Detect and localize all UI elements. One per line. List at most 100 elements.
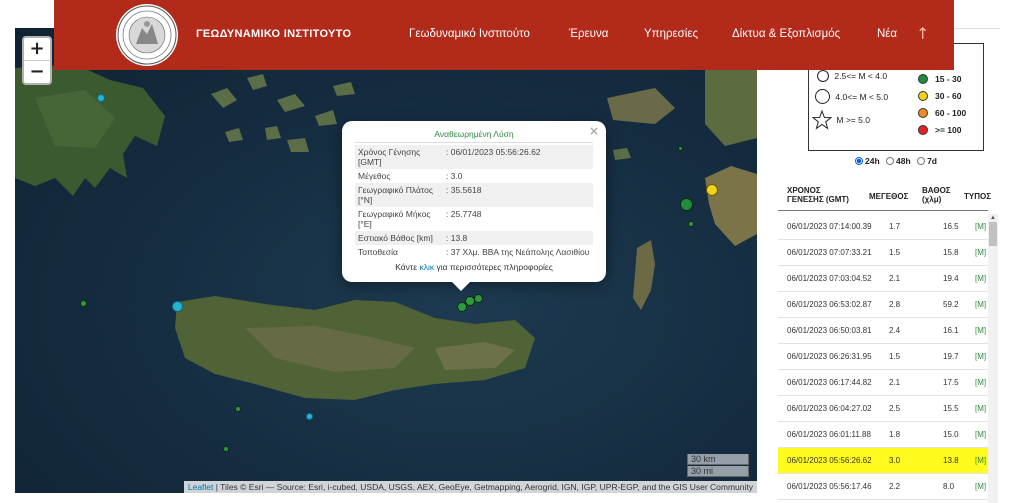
scroll-thumb[interactable] [989, 222, 997, 246]
list-scrollbar[interactable]: ▲ [988, 214, 998, 503]
star-icon [811, 109, 833, 130]
popup-close-button[interactable]: × [589, 124, 599, 138]
table-row[interactable]: 06/01/2023 07:03:04.52 2.1 19.4 [M] [778, 266, 988, 292]
table-row[interactable]: 06/01/2023 05:56:17.46 2.2 8.0 [M] [778, 474, 988, 500]
quake-marker[interactable] [97, 94, 105, 102]
quake-marker[interactable] [474, 294, 483, 303]
table-row[interactable]: 06/01/2023 06:17:44.82 2.1 17.5 [M] [778, 370, 988, 396]
more-info-link[interactable]: κλικ [419, 262, 434, 272]
table-row[interactable]: 06/01/2023 06:01:11.88 1.8 15.0 [M] [778, 422, 988, 448]
popup-row-depth: Εστιακό Βάθος [km]: 13.8 [355, 231, 593, 245]
radio-24h[interactable] [855, 156, 863, 165]
legend-mag-small: 2.5<= M < 4.0 [817, 70, 887, 82]
scroll-up-icon[interactable]: ▲ [990, 215, 996, 221]
quake-marker[interactable] [706, 184, 718, 196]
row-origin-time: 06/01/2023 06:04:27.02 [787, 404, 872, 413]
popup-more-info: Κάντε κλικ για περισσότερες πληροφορίες [395, 262, 553, 272]
quake-marker[interactable] [678, 146, 683, 151]
row-type: [M] [975, 404, 987, 413]
circle-small-icon [817, 70, 829, 82]
col-magnitude[interactable]: ΜΕΓΕΘΟΣ [869, 192, 908, 201]
quake-marker[interactable] [235, 406, 241, 412]
quake-marker[interactable] [680, 198, 693, 211]
row-depth: 59.2 [943, 300, 959, 309]
leaflet-link[interactable]: Leaflet [188, 482, 214, 492]
site-header: ΓΕΩΔΥΝΑΜΙΚΟ ΙΝΣΤΙΤΟΥΤΟ Γεωδυναμικό Ινστι… [54, 0, 954, 70]
table-row[interactable]: 06/01/2023 06:50:03.81 2.4 16.1 [M] [778, 318, 988, 344]
depth-30-60-label: 30 - 60 [935, 91, 962, 101]
quake-marker[interactable] [306, 413, 313, 420]
row-magnitude: 1.5 [889, 248, 901, 257]
radio-7d[interactable] [917, 156, 926, 165]
popup-title: Αναθεωρημένη Λύση [355, 129, 593, 143]
col-depth[interactable]: ΒΑΘΟΣ (χλμ) [922, 186, 962, 204]
row-type: [M] [975, 482, 987, 491]
earthquake-table-body: 06/01/2023 07:14:00.39 1.7 16.5 [M] 06/01/20… [778, 214, 988, 500]
nav-research[interactable]: Έρευνα [569, 28, 608, 40]
popup-row-origin-time: Χρόνος Γένησης [GMT]: 06/01/2023 05:56:2… [355, 145, 593, 169]
table-row[interactable]: 06/01/2023 07:14:00.39 1.7 16.5 [M] [778, 214, 988, 240]
earthquake-popup: × Αναθεωρημένη Λύση Χρόνος Γένησης [GMT]… [342, 121, 606, 291]
quake-marker[interactable] [80, 300, 87, 307]
table-row[interactable]: 06/01/2023 05:56:26.62 3.0 13.8 [M] [778, 448, 988, 474]
brand-name[interactable]: ΓΕΩΔΥΝΑΜΙΚΟ ΙΝΣΤΙΤΟΥΤΟ [196, 28, 351, 40]
earthquake-map[interactable]: + − 30 km 30 mi Leaflet | Tiles © Esri —… [15, 28, 757, 493]
scale-mi: 30 mi [687, 466, 749, 477]
zoom-out-button[interactable]: − [24, 60, 50, 83]
radio-7d-label[interactable]: 7d [927, 156, 937, 166]
row-origin-time: 06/01/2023 05:56:17.46 [787, 482, 872, 491]
radio-48h-label[interactable]: 48h [896, 156, 911, 166]
table-row[interactable]: 06/01/2023 06:26:31.95 1.5 19.7 [M] [778, 344, 988, 370]
row-depth: 16.5 [943, 222, 959, 231]
arrow-up-icon[interactable]: ↑ [916, 24, 929, 43]
row-origin-time: 06/01/2023 07:07:33.21 [787, 248, 872, 257]
row-type: [M] [975, 430, 987, 439]
depth-60-100-label: 60 - 100 [935, 108, 967, 118]
radio-48h[interactable] [886, 156, 895, 165]
row-origin-time: 06/01/2023 05:56:26.62 [787, 456, 872, 465]
zoom-in-button[interactable]: + [24, 38, 50, 60]
row-type: [M] [975, 456, 987, 465]
quake-marker[interactable] [223, 446, 229, 452]
nav-news[interactable]: Νέα [877, 28, 897, 40]
col-origin-time[interactable]: ΧΡΟΝΟΣ ΓΕΝΕΣΗΣ (GMT) [787, 186, 857, 204]
popup-row-latitude: Γεωγραφικό Πλάτος [°N]: 35.5618 [355, 183, 593, 207]
row-magnitude: 2.1 [889, 274, 901, 283]
map-scale: 30 km 30 mi [687, 454, 749, 477]
depth-60-100-icon [918, 108, 928, 118]
earthquake-list-panel: m) 2.5<= M < 4.0 4.0<= M < 5.0 M >= 5.0 … [778, 28, 1000, 503]
row-depth: 19.7 [943, 352, 959, 361]
quake-marker[interactable] [688, 221, 694, 227]
row-magnitude: 1.7 [889, 222, 901, 231]
row-magnitude: 1.8 [889, 430, 901, 439]
scale-km: 30 km [687, 454, 749, 465]
quake-marker[interactable] [172, 301, 183, 312]
row-type: [M] [975, 352, 987, 361]
row-depth: 16.1 [943, 326, 959, 335]
radio-24h-label[interactable]: 24h [865, 156, 880, 166]
nav-geodynamic-institute[interactable]: Γεωδυναμικό Ινστιτούτο [409, 28, 530, 40]
row-depth: 19.4 [943, 274, 959, 283]
row-type: [M] [975, 326, 987, 335]
row-depth: 15.0 [943, 430, 959, 439]
nav-services[interactable]: Υπηρεσίες [644, 28, 698, 40]
depth-30-60-icon [918, 91, 928, 101]
popup-row-magnitude: Μέγεθος: 3.0 [358, 171, 463, 181]
nav-networks-equipment[interactable]: Δίκτυα & Εξοπλισμός [732, 28, 840, 40]
table-row[interactable]: 06/01/2023 07:07:33.21 1.5 15.8 [M] [778, 240, 988, 266]
table-row[interactable]: 06/01/2023 06:04:27.02 2.5 15.5 [M] [778, 396, 988, 422]
popup-details-table: Χρόνος Γένησης [GMT]: 06/01/2023 05:56:2… [355, 145, 593, 259]
col-type[interactable]: ΤΥΠΟΣ [964, 192, 991, 201]
row-origin-time: 06/01/2023 06:01:11.88 [787, 430, 871, 439]
depth-15-30-label: 15 - 30 [935, 74, 962, 84]
row-magnitude: 3.0 [889, 456, 901, 465]
depth-100-plus-label: >= 100 [935, 125, 962, 135]
circle-medium-icon [815, 89, 830, 104]
row-magnitude: 2.4 [889, 326, 901, 335]
legend-mag-large: M >= 5.0 [811, 109, 870, 130]
table-row[interactable]: 06/01/2023 06:53:02.87 2.8 59.2 [M] [778, 292, 988, 318]
row-origin-time: 06/01/2023 06:53:02.87 [787, 300, 872, 309]
row-type: [M] [975, 248, 987, 257]
row-magnitude: 2.1 [889, 378, 901, 387]
institute-logo[interactable] [116, 4, 178, 66]
